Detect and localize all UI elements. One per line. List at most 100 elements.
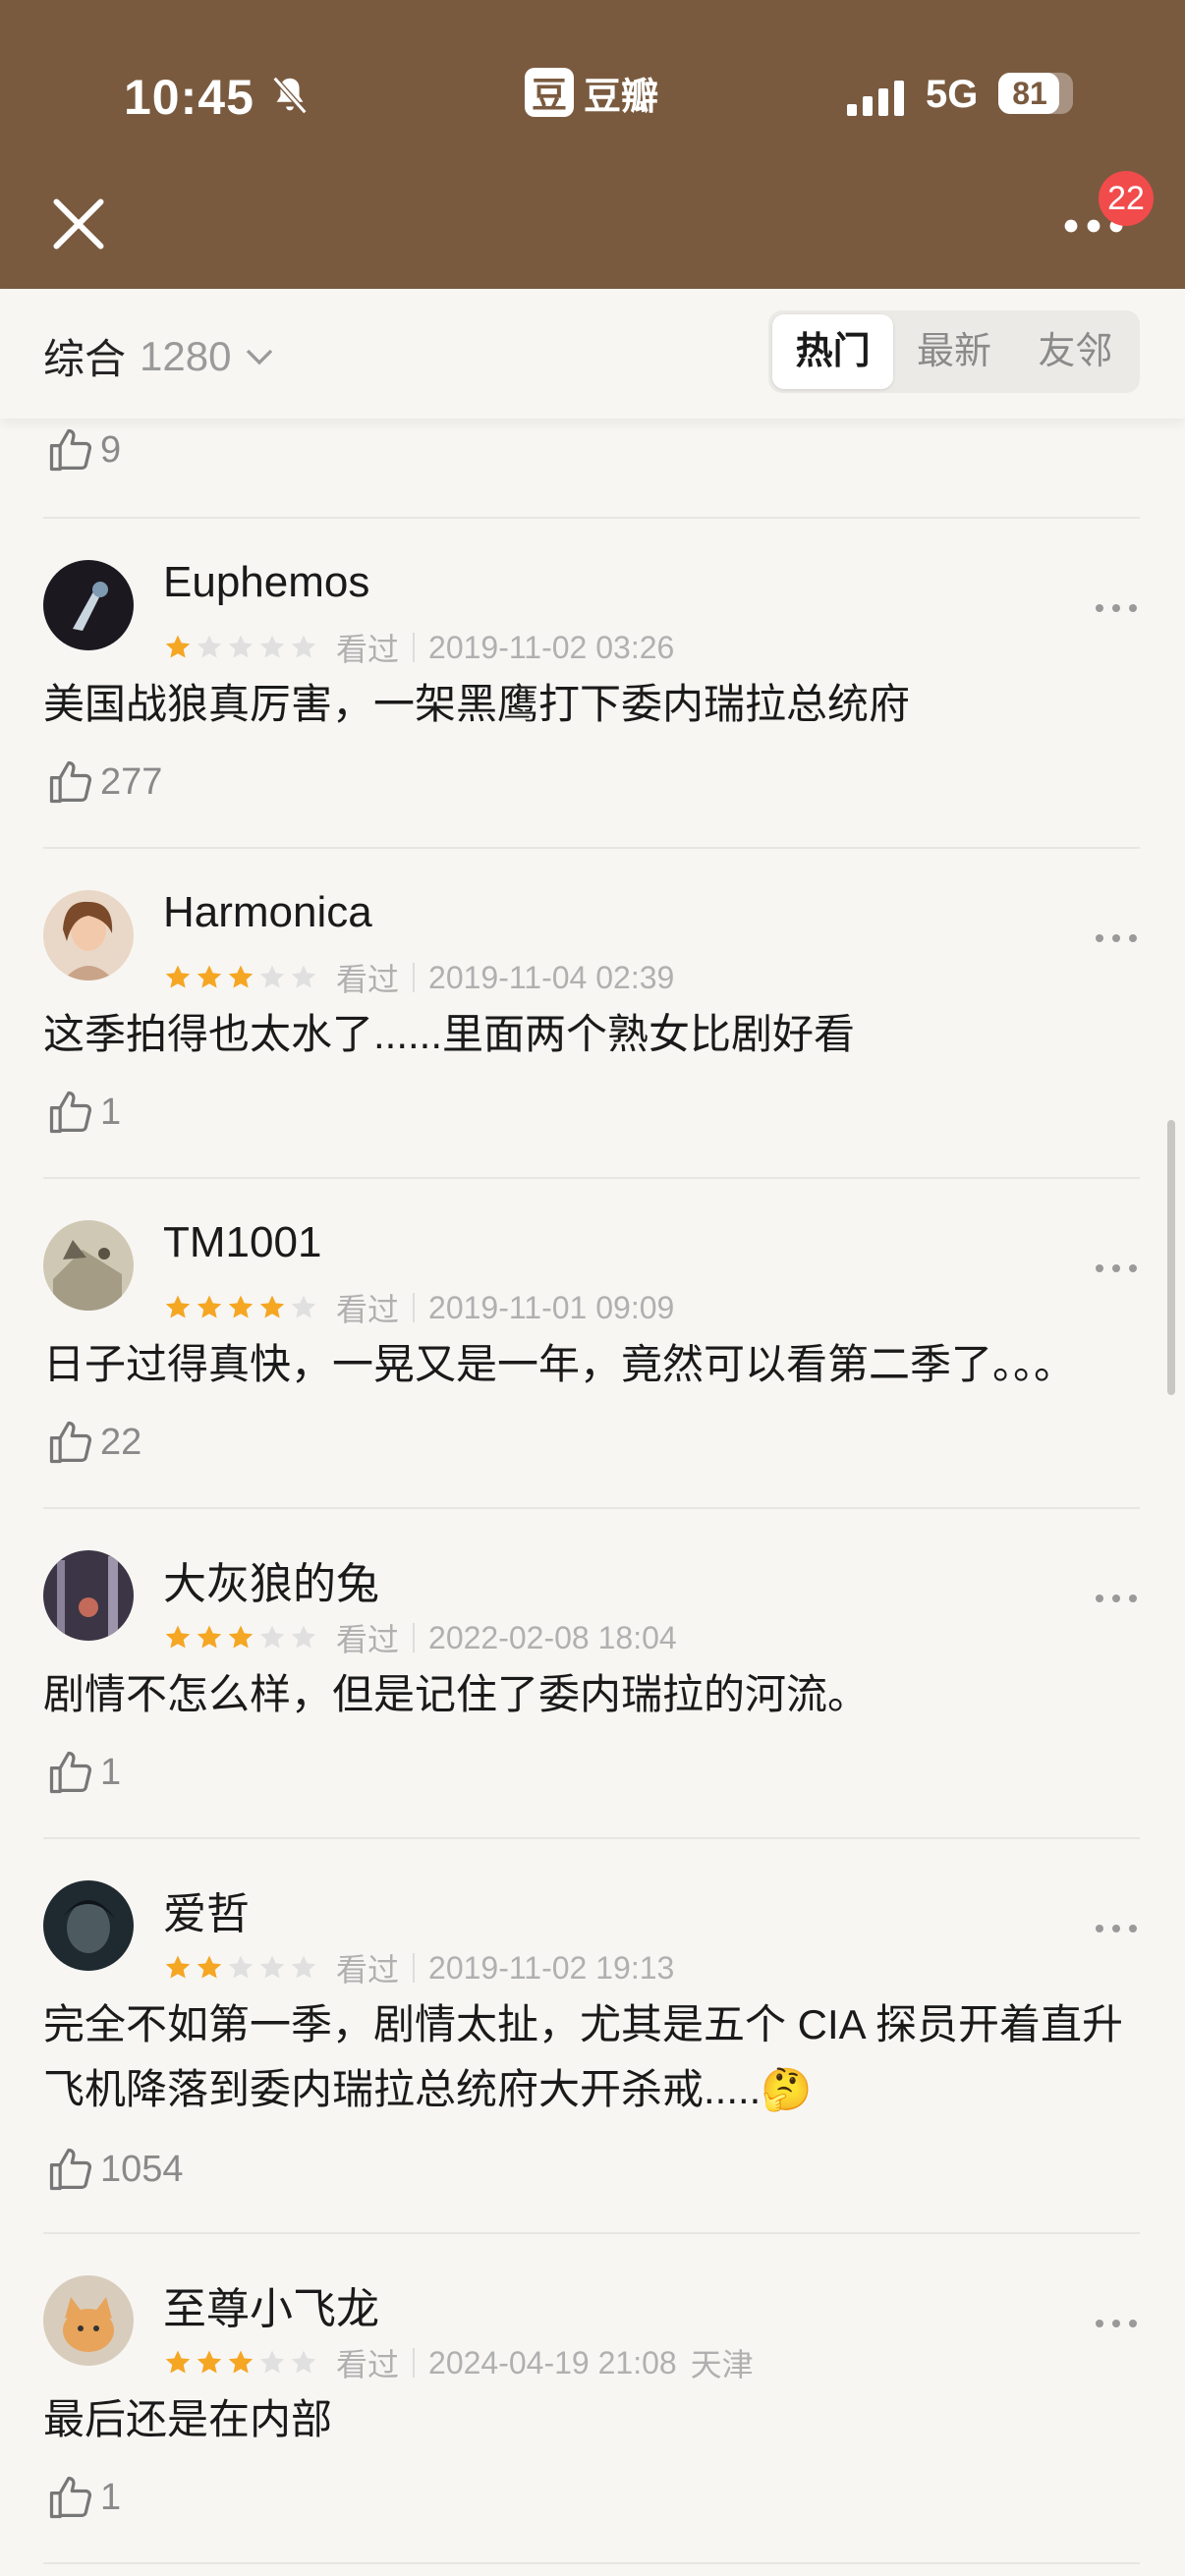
- source-app[interactable]: 豆 豆瓣: [525, 67, 658, 118]
- app-name: 豆瓣: [584, 76, 659, 118]
- sort-dropdown[interactable]: 综合 1280: [43, 326, 274, 386]
- star-empty-icon: [259, 1625, 285, 1649]
- star-empty-icon: [228, 635, 254, 658]
- tab-friends[interactable]: 友邻: [1015, 314, 1136, 389]
- watch-status: 看过: [336, 1292, 400, 1327]
- star-empty-icon: [259, 635, 285, 658]
- review-meta: 看过 2022-02-08 18:04: [163, 1615, 677, 1660]
- review-text: 这季拍得也太水了......里面两个熟女比剧好看: [43, 1011, 856, 1057]
- like-button[interactable]: 277: [45, 753, 162, 812]
- star-empty-icon: [228, 1955, 254, 1979]
- reviewer-name[interactable]: TM1001: [163, 1218, 321, 1267]
- meta-separator: [413, 1623, 416, 1652]
- star-empty-icon: [197, 635, 222, 658]
- top-bar: 10:45 豆 豆瓣 5G 81 22: [0, 0, 1185, 289]
- divider: [43, 2562, 1140, 2564]
- watch-status: 看过: [336, 632, 400, 667]
- watch-status: 看过: [336, 962, 400, 997]
- star-empty-icon: [291, 965, 316, 988]
- more-options-icon[interactable]: [1093, 931, 1140, 945]
- more-options-icon[interactable]: [1093, 1592, 1140, 1605]
- more-options-icon[interactable]: [1093, 1261, 1140, 1275]
- meta-separator: [413, 1293, 416, 1322]
- chevron-down-icon: [247, 349, 273, 364]
- star-filled-icon: [165, 965, 191, 988]
- reviewer-name[interactable]: Euphemos: [163, 558, 369, 607]
- star-filled-icon: [197, 1625, 222, 1649]
- more-options-icon[interactable]: [1093, 601, 1140, 615]
- like-count: 1: [100, 2476, 122, 2518]
- review-date: 2022-02-08 18:04: [428, 1619, 677, 1655]
- star-filled-icon: [165, 635, 191, 658]
- review-meta: 看过 2019-11-02 19:13: [163, 1945, 674, 1990]
- battery-icon: 81: [998, 73, 1073, 114]
- like-button[interactable]: 1: [45, 2468, 121, 2527]
- review-count: 1280: [140, 332, 232, 379]
- like-button[interactable]: 1: [45, 1083, 121, 1142]
- review-text: 美国战狼真厉害，一架黑鹰打下委内瑞拉总统府: [43, 681, 911, 727]
- star-empty-icon: [291, 2350, 316, 2374]
- like-count: 1: [100, 1091, 122, 1133]
- close-icon[interactable]: [49, 195, 108, 253]
- star-filled-icon: [197, 965, 222, 988]
- star-rating: [163, 1623, 318, 1652]
- signal-icon: [847, 81, 904, 116]
- like-count: 277: [100, 760, 163, 803]
- review-meta: 看过 2019-11-01 09:09: [163, 1285, 674, 1330]
- review-meta: 看过 2019-11-04 02:39: [163, 955, 674, 1000]
- more-options-icon[interactable]: [1093, 1922, 1140, 1935]
- like-button[interactable]: 9: [45, 419, 121, 481]
- meta-separator: [413, 1953, 416, 1983]
- divider: [43, 1177, 1140, 1179]
- watch-status: 看过: [336, 1622, 400, 1657]
- thumbs-up-icon: [49, 760, 92, 804]
- thumbs-up-icon: [49, 428, 92, 472]
- avatar[interactable]: [43, 1220, 134, 1311]
- thumbs-up-icon: [49, 1091, 92, 1134]
- divider: [43, 517, 1140, 519]
- star-empty-icon: [259, 1955, 285, 1979]
- review-date: 2019-11-04 02:39: [428, 959, 675, 995]
- like-count: 22: [100, 1421, 142, 1463]
- sort-tabs: 热门 最新 友邻: [768, 310, 1140, 393]
- scrollbar[interactable]: [1167, 1120, 1175, 1395]
- battery-level: 81: [1012, 76, 1047, 111]
- star-filled-icon: [165, 1955, 191, 1979]
- star-empty-icon: [291, 1625, 316, 1649]
- divider: [43, 2232, 1140, 2234]
- review-text: 剧情不怎么样，但是记住了委内瑞拉的河流。: [43, 1671, 870, 1717]
- star-rating: [163, 633, 318, 662]
- status-bar: 10:45 豆 豆瓣 5G 81: [0, 59, 1185, 128]
- more-options-icon[interactable]: [1093, 2317, 1140, 2330]
- watch-status: 看过: [336, 2347, 400, 2382]
- app-logo-icon: 豆: [525, 68, 574, 117]
- reviewer-name[interactable]: 爱哲: [163, 1878, 250, 1941]
- like-button[interactable]: 1054: [45, 2140, 184, 2199]
- star-filled-icon: [228, 1295, 254, 1318]
- star-filled-icon: [197, 2350, 222, 2374]
- review-meta: 看过 2024-04-19 21:08 天津: [163, 2340, 754, 2385]
- reviewer-name[interactable]: 至尊小飞龙: [163, 2273, 379, 2336]
- review-text: 日子过得真快，一晃又是一年，竟然可以看第二季了。。。: [43, 1341, 1076, 1387]
- like-button[interactable]: 22: [45, 1413, 141, 1472]
- star-filled-icon: [165, 2350, 191, 2374]
- avatar[interactable]: [43, 890, 134, 980]
- tab-latest[interactable]: 最新: [893, 314, 1014, 389]
- star-empty-icon: [291, 1955, 316, 1979]
- avatar[interactable]: [43, 1880, 134, 1971]
- star-filled-icon: [228, 965, 254, 988]
- star-empty-icon: [259, 965, 285, 988]
- avatar[interactable]: [43, 1550, 134, 1641]
- like-count: 9: [100, 428, 122, 471]
- star-empty-icon: [259, 2350, 285, 2374]
- reviewer-name[interactable]: Harmonica: [163, 888, 372, 937]
- star-filled-icon: [228, 2350, 254, 2374]
- tab-hot[interactable]: 热门: [772, 314, 894, 389]
- avatar[interactable]: [43, 560, 134, 650]
- reviewer-name[interactable]: 大灰狼的兔: [163, 1548, 379, 1611]
- star-rating: [163, 963, 318, 992]
- like-button[interactable]: 1: [45, 1743, 121, 1802]
- thumbs-up-icon: [49, 1421, 92, 1464]
- avatar[interactable]: [43, 2275, 134, 2366]
- like-count: 1: [100, 1751, 122, 1793]
